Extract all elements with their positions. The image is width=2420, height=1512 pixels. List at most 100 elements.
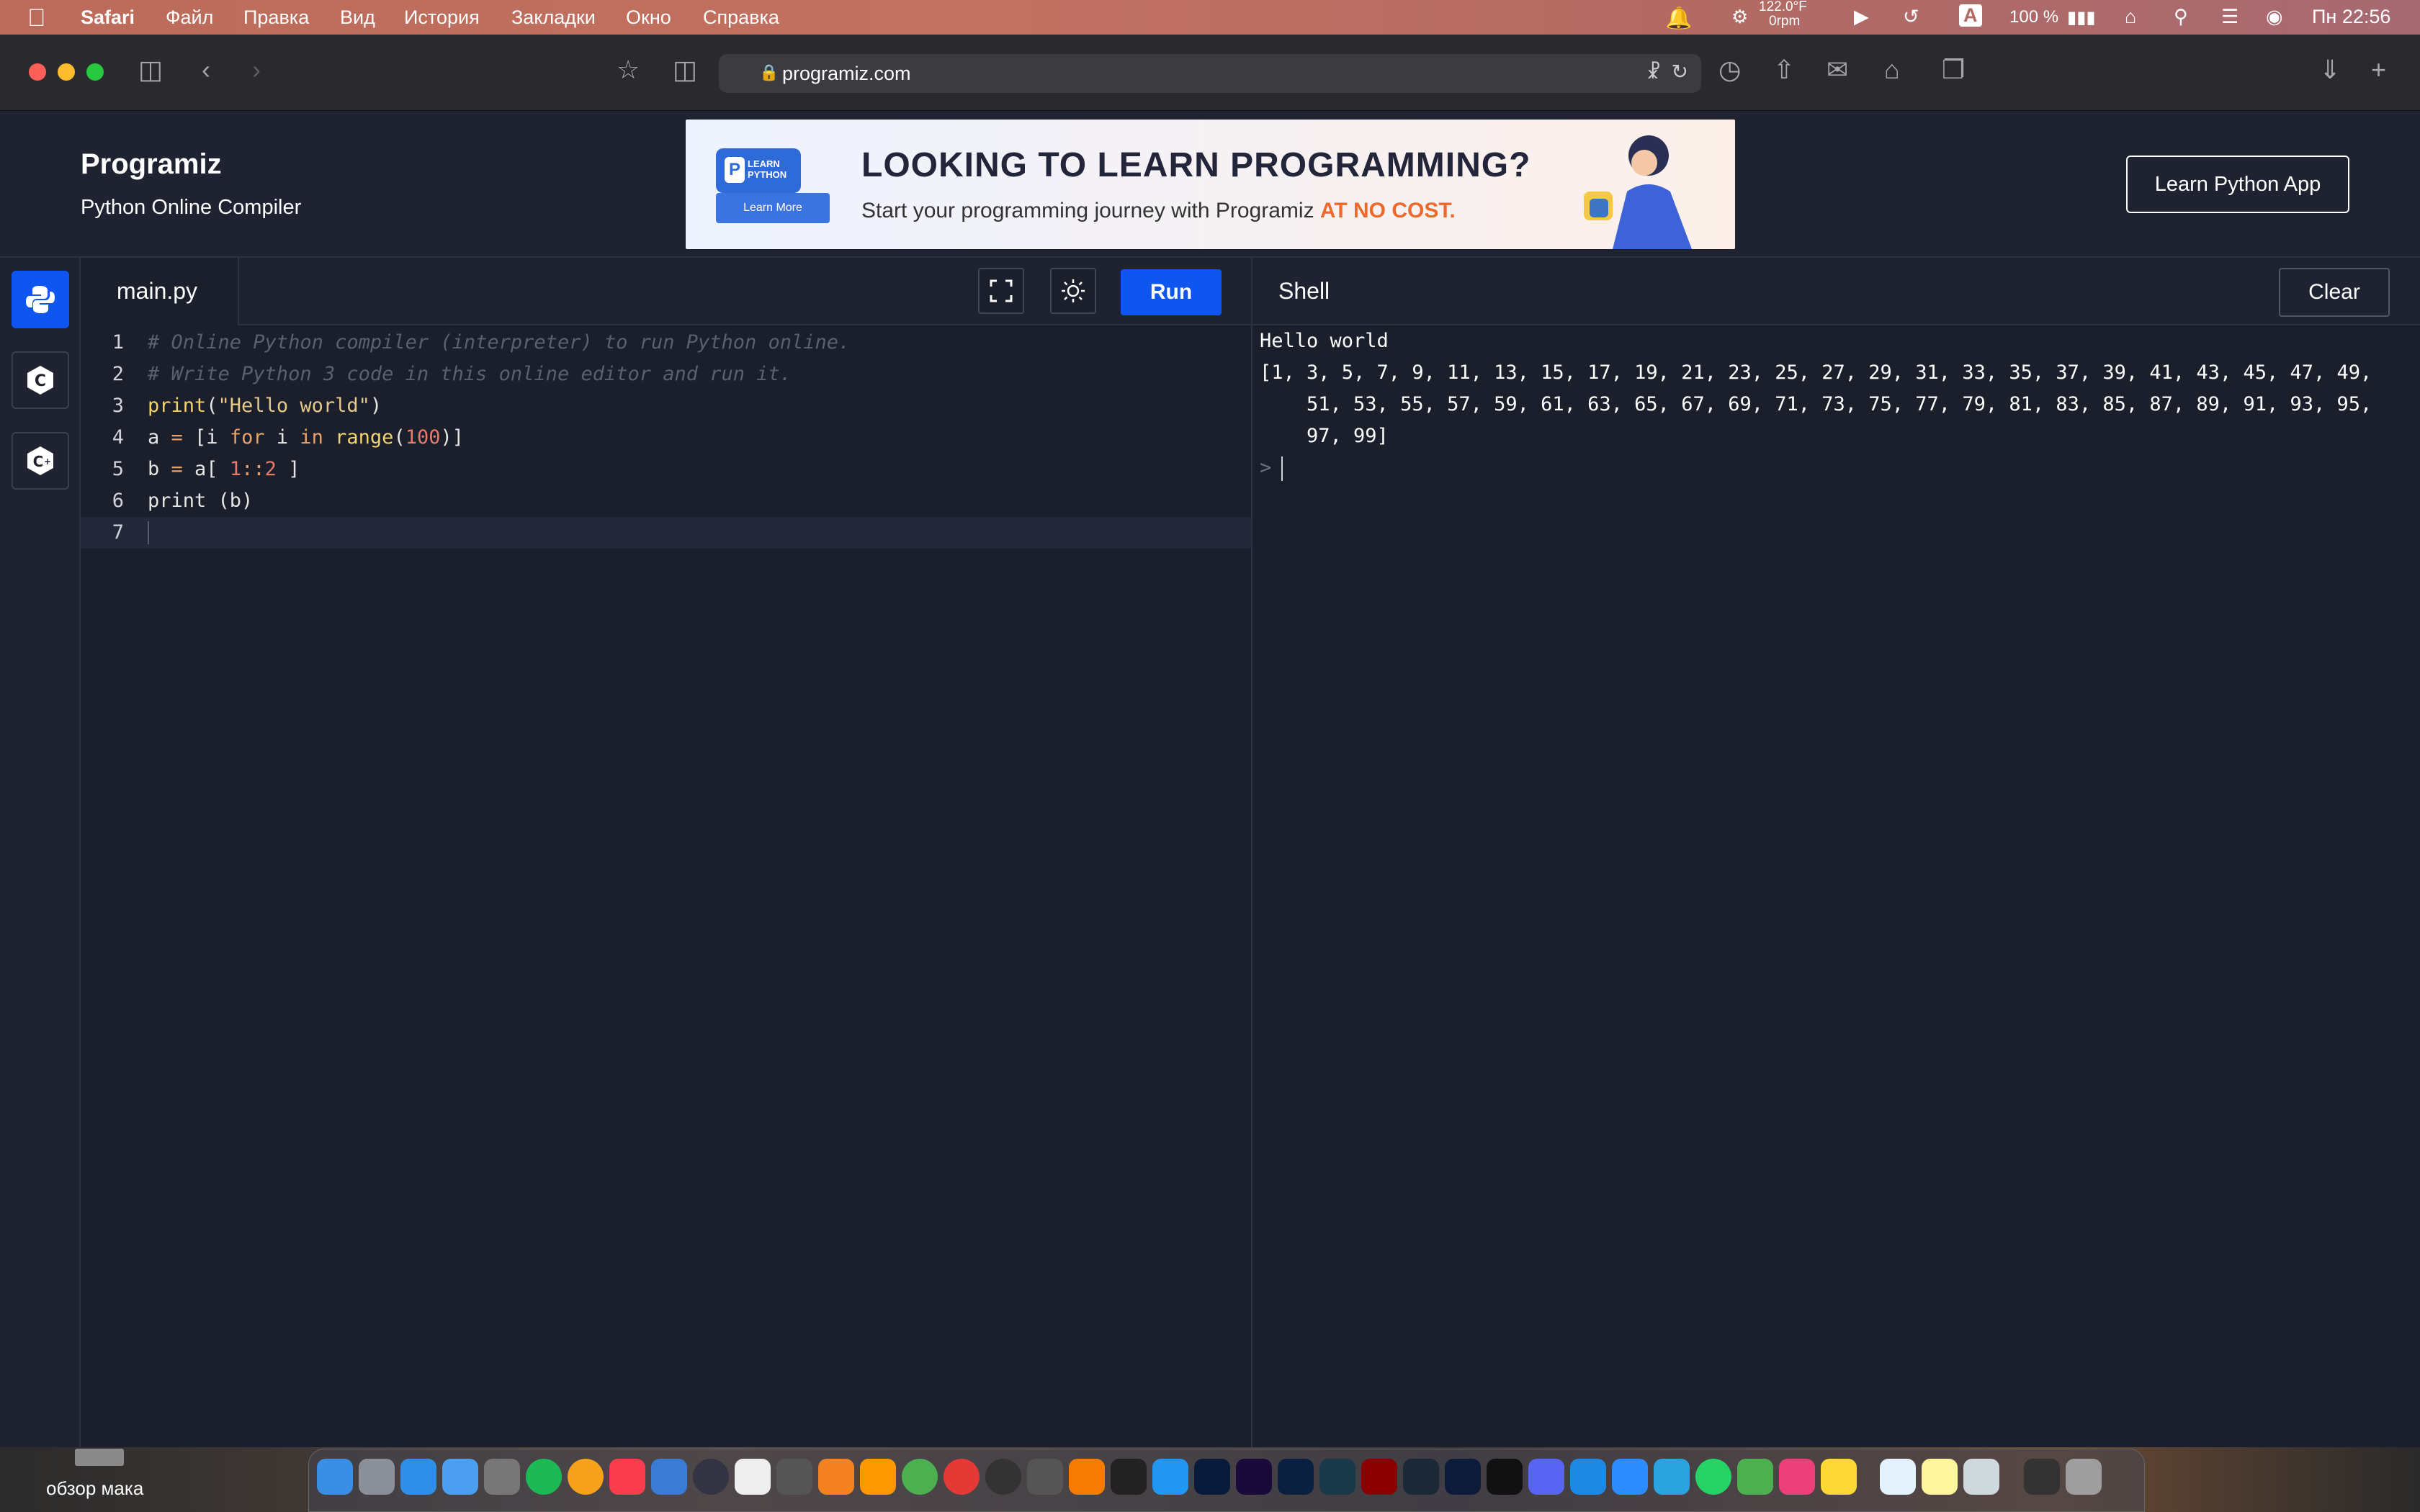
menu-file[interactable]: Файл xyxy=(166,6,213,29)
notifications-icon[interactable]: 🔔 xyxy=(1665,6,1692,31)
xcode-icon[interactable] xyxy=(651,1459,687,1495)
menu-bookmarks[interactable]: Закладки xyxy=(511,6,596,29)
bookmark-star-icon[interactable]: ☆ xyxy=(617,55,640,85)
code-editor[interactable]: 1 # Online Python compiler (interpreter)… xyxy=(81,325,1251,1447)
fl-studio-icon[interactable] xyxy=(1069,1459,1105,1495)
tabs-overview-icon[interactable]: ❐ xyxy=(1942,55,1965,85)
theme-toggle-button[interactable] xyxy=(1050,268,1096,314)
launchpad-icon[interactable] xyxy=(359,1459,395,1495)
weather-widget[interactable]: 122.0°F 0rpm xyxy=(1759,0,1807,29)
home-icon[interactable]: ⌂ xyxy=(1884,55,1900,85)
time-machine-icon[interactable]: ↺ xyxy=(1903,6,1919,28)
learn-python-app-button[interactable]: Learn Python App xyxy=(2126,156,2349,213)
code-line: 3 print("Hello world") xyxy=(81,390,1251,422)
spotlight-search-icon[interactable]: ⚲ xyxy=(2174,6,2188,28)
archive-icon[interactable] xyxy=(1880,1459,1916,1495)
figma-icon[interactable] xyxy=(1111,1459,1147,1495)
ad-learn-more-button[interactable]: Learn More xyxy=(716,193,830,223)
mail-icon[interactable]: ✉ xyxy=(1827,55,1848,85)
player-icon[interactable] xyxy=(944,1459,980,1495)
notes-icon[interactable] xyxy=(1821,1459,1857,1495)
python-language-button[interactable] xyxy=(12,271,69,328)
photo-booth-icon[interactable] xyxy=(1779,1459,1815,1495)
whatsapp-icon[interactable] xyxy=(1695,1459,1731,1495)
pen-tool-icon[interactable] xyxy=(776,1459,812,1495)
utorrent-icon[interactable] xyxy=(1737,1459,1773,1495)
cpp-language-button[interactable]: C + xyxy=(12,432,69,490)
preview-icon[interactable] xyxy=(735,1459,771,1495)
league-icon[interactable] xyxy=(1319,1459,1355,1495)
fullscreen-button[interactable] xyxy=(978,268,1024,314)
weather-icon[interactable]: ⚙ xyxy=(1731,6,1748,28)
apple-menu-icon[interactable]:  xyxy=(27,4,46,32)
stack-icon[interactable] xyxy=(1152,1459,1188,1495)
code-line: 1 # Online Python compiler (interpreter)… xyxy=(81,327,1251,359)
forward-icon[interactable]: › xyxy=(252,55,261,85)
zoom-icon[interactable] xyxy=(1612,1459,1648,1495)
telegram-icon[interactable] xyxy=(1654,1459,1690,1495)
sidebar-toggle-icon[interactable]: ◫ xyxy=(138,55,163,85)
zoom-window-button[interactable] xyxy=(86,63,104,81)
spotify-icon[interactable] xyxy=(526,1459,562,1495)
document-icon[interactable] xyxy=(1922,1459,1958,1495)
file-tab-main-py[interactable]: main.py xyxy=(81,258,239,325)
davinci-icon[interactable] xyxy=(985,1459,1021,1495)
discord-icon[interactable] xyxy=(1528,1459,1564,1495)
translate-icon[interactable]: ☧ xyxy=(1646,61,1661,84)
mail-app-icon[interactable] xyxy=(442,1459,478,1495)
programiz-logo[interactable]: Programiz xyxy=(81,148,222,181)
atom-icon[interactable] xyxy=(902,1459,938,1495)
electron-icon[interactable] xyxy=(1445,1459,1481,1495)
photoshop-icon[interactable] xyxy=(1194,1459,1230,1495)
clear-button[interactable]: Clear xyxy=(2279,268,2390,317)
play-icon[interactable]: ▶ xyxy=(1854,6,1869,28)
dark-app-icon[interactable] xyxy=(693,1459,729,1495)
screenshot-icon[interactable] xyxy=(1963,1459,1999,1495)
ad-banner[interactable]: LEARN PYTHON P Learn More LOOKING TO LEA… xyxy=(686,120,1735,249)
wifi-icon[interactable]: ⌂ xyxy=(2125,6,2136,28)
downloads-icon[interactable]: ⇓ xyxy=(2319,55,2341,85)
input-source[interactable]: A xyxy=(1959,4,1982,27)
app-store-icon[interactable] xyxy=(1570,1459,1606,1495)
history-icon[interactable]: ◷ xyxy=(1718,55,1741,85)
yandex-icon[interactable] xyxy=(568,1459,604,1495)
menu-app-safari[interactable]: Safari xyxy=(81,6,135,29)
close-window-button[interactable] xyxy=(29,63,46,81)
c-language-button[interactable]: C xyxy=(12,351,69,409)
lightroom-icon[interactable] xyxy=(1278,1459,1314,1495)
menu-window[interactable]: Окно xyxy=(626,6,671,29)
music-icon[interactable] xyxy=(609,1459,645,1495)
control-center-icon[interactable]: ☰ xyxy=(2221,6,2238,28)
menu-edit[interactable]: Правка xyxy=(243,6,309,29)
code-text: b = a[ 1::2 ] xyxy=(148,458,300,480)
address-bar[interactable]: 🔒 programiz.com ☧ ↻ xyxy=(719,54,1701,93)
reload-icon[interactable]: ↻ xyxy=(1672,60,1688,84)
finder-icon[interactable] xyxy=(317,1459,353,1495)
final-cut-icon[interactable] xyxy=(1027,1459,1063,1495)
minimize-window-button[interactable] xyxy=(58,63,75,81)
back-icon[interactable]: ‹ xyxy=(202,55,210,85)
epic-games-icon[interactable] xyxy=(1487,1459,1523,1495)
steam-icon[interactable] xyxy=(1403,1459,1439,1495)
desktop-folder-label: обзор мака xyxy=(46,1477,144,1499)
settings-app-icon[interactable] xyxy=(484,1459,520,1495)
biohazard-icon[interactable] xyxy=(1361,1459,1397,1495)
run-button[interactable]: Run xyxy=(1121,269,1222,315)
share-icon[interactable]: ⇧ xyxy=(1773,55,1795,85)
menu-help[interactable]: Справка xyxy=(703,6,779,29)
shell-output[interactable]: Hello world [1, 3, 5, 7, 9, 11, 13, 15, … xyxy=(1251,325,2420,1447)
sublime-icon[interactable] xyxy=(860,1459,896,1495)
privacy-shield-icon[interactable]: ◫ xyxy=(673,55,697,85)
menu-history[interactable]: История xyxy=(404,6,480,29)
new-tab-icon[interactable]: + xyxy=(2371,55,2386,85)
siri-icon[interactable]: ◉ xyxy=(2266,6,2283,28)
folder-icon[interactable] xyxy=(75,1449,124,1466)
downloads-stack-icon[interactable] xyxy=(2024,1459,2060,1495)
battery-icon[interactable]: ▮▮▮ xyxy=(2067,7,2096,28)
blender-icon[interactable] xyxy=(818,1459,854,1495)
trash-icon[interactable] xyxy=(2066,1459,2102,1495)
menu-view[interactable]: Вид xyxy=(340,6,375,29)
safari-icon[interactable] xyxy=(400,1459,436,1495)
after-effects-icon[interactable] xyxy=(1236,1459,1272,1495)
code-line: 2 # Write Python 3 code in this online e… xyxy=(81,359,1251,390)
